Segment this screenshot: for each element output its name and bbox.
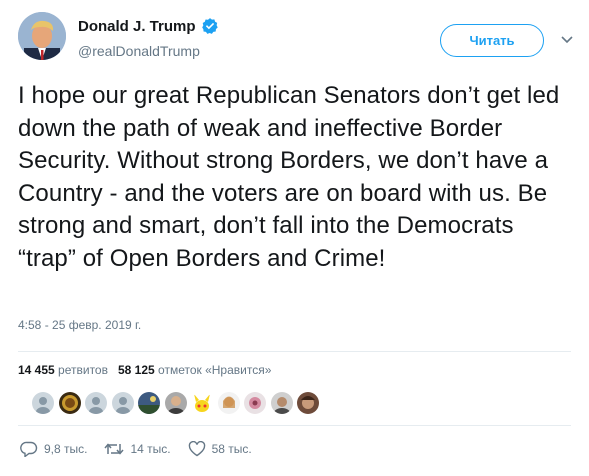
avatar[interactable] xyxy=(18,12,66,60)
display-name[interactable]: Donald J. Trump xyxy=(78,18,196,35)
portrait-avatar-icon xyxy=(164,392,187,414)
like-button[interactable]: 58 тыс. xyxy=(188,441,252,457)
liker-avatar[interactable] xyxy=(138,392,160,414)
like-count: 58 125 xyxy=(117,363,155,377)
retweet-action-count: 14 тыс. xyxy=(130,442,171,456)
liker-avatar[interactable] xyxy=(297,392,319,414)
liker-avatar[interactable] xyxy=(164,392,187,414)
liker-avatar[interactable] xyxy=(111,392,134,414)
default-avatar-icon xyxy=(32,392,54,414)
retweet-icon xyxy=(104,443,125,455)
liker-avatar[interactable] xyxy=(217,392,240,414)
default-avatar-icon xyxy=(85,392,107,414)
retweet-stat-label: ретвитов xyxy=(58,363,108,377)
verified-badge-icon xyxy=(201,18,218,34)
landscape-avatar-icon xyxy=(138,392,160,414)
liker-avatars xyxy=(32,392,324,414)
profile-photo-icon xyxy=(18,12,66,60)
divider xyxy=(18,351,571,352)
pikachu-avatar-icon xyxy=(191,392,213,414)
like-action-count: 58 тыс. xyxy=(211,442,252,456)
seal-avatar-icon xyxy=(58,392,81,414)
flower-avatar-icon xyxy=(244,392,266,414)
default-avatar-icon xyxy=(111,392,134,414)
retweet-stat[interactable]: 14 455 ретвитов xyxy=(18,363,108,377)
like-stat[interactable]: 58 125 отметок «Нравится» xyxy=(118,363,271,377)
retweet-button[interactable]: 14 тыс. xyxy=(104,441,171,457)
reply-count: 9,8 тыс. xyxy=(44,442,88,456)
tweet-timestamp[interactable]: 4:58 - 25 февр. 2019 г. xyxy=(18,318,141,332)
liker-avatar[interactable] xyxy=(85,392,107,414)
chevron-down-icon[interactable] xyxy=(560,33,574,47)
liker-avatar[interactable] xyxy=(191,392,213,414)
liker-avatar[interactable] xyxy=(270,392,293,414)
divider xyxy=(18,425,571,426)
like-stat-label: отметок «Нравится» xyxy=(158,363,272,377)
portrait-avatar-icon xyxy=(297,392,319,414)
tweet-text: I hope our great Republican Senators don… xyxy=(18,82,567,272)
user-handle[interactable]: @realDonaldTrump xyxy=(78,43,200,59)
retweet-count: 14 455 xyxy=(18,363,55,377)
liker-avatar[interactable] xyxy=(32,392,54,414)
reply-icon xyxy=(20,441,38,457)
portrait-avatar-icon xyxy=(217,392,240,414)
follow-button[interactable]: Читать xyxy=(440,24,544,57)
heart-icon xyxy=(188,441,205,457)
portrait-avatar-icon xyxy=(270,392,293,414)
liker-avatar[interactable] xyxy=(58,392,81,414)
liker-avatar[interactable] xyxy=(244,392,266,414)
reply-button[interactable]: 9,8 тыс. xyxy=(20,441,87,457)
